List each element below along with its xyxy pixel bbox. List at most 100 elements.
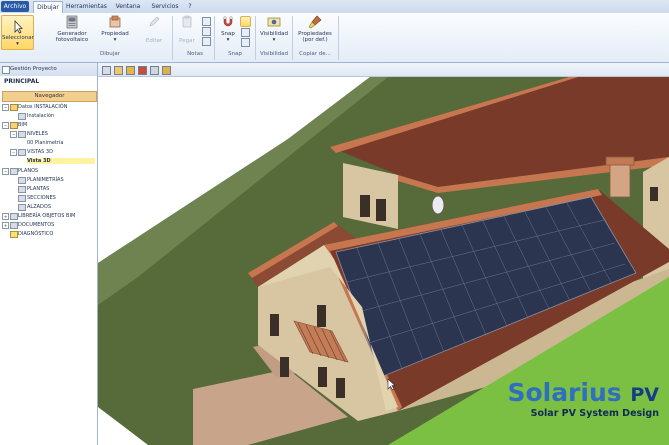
logo-title: Solarius PV xyxy=(507,380,659,408)
copy-group-label: Copiar de... xyxy=(299,51,331,57)
delete-icon[interactable] xyxy=(202,37,211,46)
chevron-down-icon: ▾ xyxy=(272,37,276,43)
tree-expander[interactable]: − xyxy=(10,149,17,156)
tree-item-vista3d[interactable]: Vista 3D xyxy=(27,158,95,164)
round-window xyxy=(431,195,445,215)
menu-tab-servicios[interactable]: Servicios xyxy=(148,1,182,12)
tree-expander[interactable]: + xyxy=(2,222,9,229)
window xyxy=(376,199,386,221)
tree-item-planimetrias[interactable]: PLANIMETRÍAS xyxy=(27,177,64,183)
tree-item-alzados[interactable]: ALZADOS xyxy=(27,204,51,210)
pv-generator-button[interactable]: Generador fotovoltaico xyxy=(52,15,92,50)
document-icon xyxy=(18,113,26,120)
tree-item-diagnostico[interactable]: DIAGNÓSTICO xyxy=(18,231,53,237)
snap-group-label: Snap xyxy=(228,51,242,57)
logo-title-text: Solarius xyxy=(507,378,622,407)
window xyxy=(317,305,326,327)
cursor-arrow-icon xyxy=(14,20,23,34)
snap-button[interactable]: Snap ▾ xyxy=(217,15,239,50)
paste-button[interactable]: Pegar xyxy=(176,15,198,50)
tree-item-planos[interactable]: PLANOS xyxy=(18,168,38,174)
draw-group-label: Dibujar xyxy=(100,51,120,57)
window xyxy=(650,187,658,201)
tree-item-plantas[interactable]: PLANTAS xyxy=(27,186,49,192)
window xyxy=(360,195,370,217)
menu-tab-ventana[interactable]: Ventana xyxy=(112,1,144,12)
select-button[interactable]: Seleccionar ▾ xyxy=(1,15,34,50)
tree-expander[interactable]: − xyxy=(2,168,9,175)
copy-icon[interactable] xyxy=(202,27,211,36)
pv-generator-icon xyxy=(66,15,78,29)
project-manager-panel: Gestión Proyecto PRINCIPAL Navegador − D… xyxy=(0,63,98,445)
panel-pin-icon[interactable] xyxy=(2,66,10,74)
visibility-group-label: Visibilidad xyxy=(260,51,288,57)
pan-icon[interactable] xyxy=(150,66,159,75)
view-toolbar xyxy=(98,63,669,77)
tree-expander[interactable]: + xyxy=(2,213,9,220)
tree-expander[interactable]: − xyxy=(10,131,17,138)
menu-file[interactable]: Archivo xyxy=(1,1,29,12)
library-icon xyxy=(10,213,18,220)
levels-icon xyxy=(18,131,26,138)
tree-item-documentos[interactable]: DOCUMENTOS xyxy=(18,222,54,228)
paintbrush-icon xyxy=(308,15,322,29)
chimney-cap xyxy=(605,156,635,166)
section-icon xyxy=(18,195,26,202)
window xyxy=(318,367,327,387)
tree-expander[interactable]: − xyxy=(2,104,9,111)
panel-title-bar: Gestión Proyecto xyxy=(0,63,97,76)
default-properties-label-2: (por def.) xyxy=(302,37,328,43)
default-properties-button[interactable]: Propiedades (por def.) xyxy=(295,15,335,50)
tree-item-vistas3d[interactable]: VISTAS 3D xyxy=(27,149,53,155)
plan-icon xyxy=(18,186,26,193)
zoom-window-icon[interactable] xyxy=(102,66,111,75)
tree-item-datos[interactable]: Datos INSTALACIÓN xyxy=(18,104,67,110)
open-folder-icon[interactable] xyxy=(114,66,123,75)
cut-icon[interactable] xyxy=(202,17,211,26)
chimney xyxy=(609,162,631,198)
ribbon: Seleccionar ▾ Generador fotovoltaico Pro… xyxy=(0,13,669,63)
chevron-down-icon: ▾ xyxy=(16,41,19,47)
tree-item-libreria[interactable]: LIBRERÍA OBJETOS BIM xyxy=(18,213,75,219)
window xyxy=(270,314,279,336)
principal-label: PRINCIPAL xyxy=(4,78,40,85)
group-divider xyxy=(214,16,215,60)
snap-grid-toggle[interactable] xyxy=(240,16,251,27)
group-divider xyxy=(255,16,256,60)
edit-label: Editar xyxy=(145,38,163,44)
logo-subtitle: Solar PV System Design xyxy=(530,408,659,419)
menu-tab-help[interactable]: ? xyxy=(184,1,196,12)
snap-magnet-icon xyxy=(223,16,233,27)
snap-polar-icon[interactable] xyxy=(241,38,250,47)
solarius-logo: Solarius PV Solar PV System Design xyxy=(507,380,659,420)
drawings-icon xyxy=(10,168,18,175)
tree-item-secciones[interactable]: SECCIONES xyxy=(27,195,56,201)
visibility-button[interactable]: Visibilidad ▾ xyxy=(258,15,290,50)
menu-tab-herramientas[interactable]: Herramientas xyxy=(66,1,107,12)
elevation-icon xyxy=(18,204,26,211)
chevron-down-icon: ▾ xyxy=(113,37,117,43)
save-folder-icon[interactable] xyxy=(126,66,135,75)
tree-expander[interactable]: − xyxy=(2,122,9,129)
edit-button[interactable]: Editar xyxy=(140,15,168,50)
group-divider xyxy=(172,16,173,60)
view-3d-icon xyxy=(18,149,26,156)
layers-icon[interactable] xyxy=(162,66,171,75)
pencil-icon xyxy=(149,16,160,27)
folder-icon xyxy=(10,122,18,129)
group-divider xyxy=(292,16,293,60)
render-icon[interactable] xyxy=(138,66,147,75)
tree-item-niveles[interactable]: NIVELES xyxy=(27,131,48,137)
notes-group-label: Notas xyxy=(187,51,203,57)
logo-title-suffix: PV xyxy=(630,384,659,406)
visibility-icon xyxy=(267,17,281,27)
diagnostic-icon xyxy=(10,231,18,238)
properties-button[interactable]: Propiedad ▾ xyxy=(98,15,132,50)
folder-icon xyxy=(10,104,18,111)
snap-ortho-icon[interactable] xyxy=(241,28,250,37)
tree-item-planimetria[interactable]: 00 Planimetría xyxy=(27,140,63,146)
tree-item-bim[interactable]: BIM xyxy=(18,122,27,128)
chevron-down-icon: ▾ xyxy=(226,37,230,43)
tree-item-instalacion[interactable]: Instalación xyxy=(27,113,54,119)
documents-icon xyxy=(10,222,18,229)
